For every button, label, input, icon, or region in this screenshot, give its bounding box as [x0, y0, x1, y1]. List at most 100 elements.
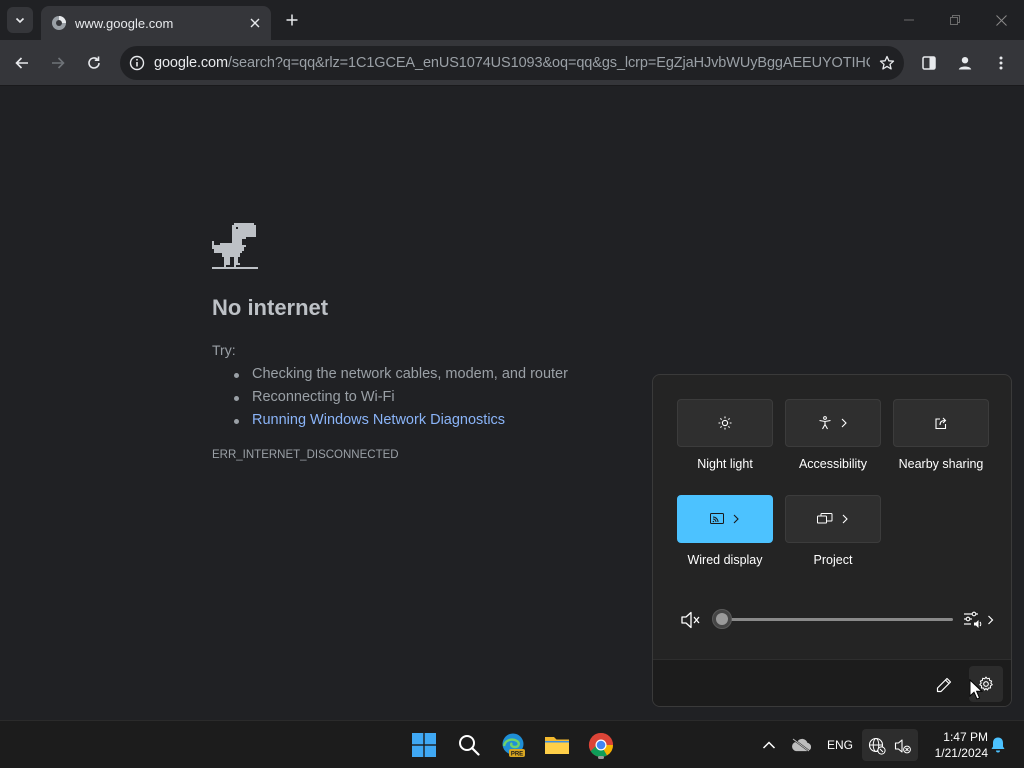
more-vertical-icon [999, 56, 1003, 70]
tab-search-button[interactable] [7, 7, 33, 33]
tab-close-button[interactable] [245, 13, 265, 33]
info-icon [129, 55, 145, 71]
active-app-indicator [598, 756, 604, 759]
accessibility-icon [819, 416, 831, 430]
project-toggle[interactable] [785, 495, 881, 543]
tab-title: www.google.com [75, 15, 174, 31]
pencil-icon [936, 677, 952, 693]
wired-display-toggle[interactable] [677, 495, 773, 543]
taskbar: PRE ENG 1:47 PM 1/21/2024 [0, 720, 1024, 768]
cast-icon [710, 513, 724, 524]
forward-button[interactable] [43, 48, 73, 78]
clock[interactable]: 1:47 PM 1/21/2024 [918, 729, 988, 761]
accessibility-label: Accessibility [798, 457, 868, 471]
globe-offline-icon [868, 737, 886, 755]
notifications-button[interactable] [982, 729, 1014, 761]
menu-button[interactable] [986, 48, 1016, 78]
minimize-icon [904, 19, 914, 21]
chevron-right-icon [988, 615, 994, 625]
chevron-right-icon [733, 514, 739, 524]
reload-button[interactable] [79, 48, 109, 78]
clock-date: 1/21/2024 [934, 746, 988, 760]
url-text: google.com/search?q=qq&rlz=1C1GCEA_enUS1… [154, 55, 870, 71]
tab-strip: www.google.com [0, 0, 1024, 40]
volume-mixer-button[interactable] [963, 609, 997, 631]
quick-settings-footer [653, 659, 1011, 706]
windows-logo-icon [412, 733, 436, 757]
brightness-icon [718, 416, 732, 430]
search-icon [459, 735, 480, 756]
wired-display-label: Wired display [687, 553, 763, 567]
mouse-cursor-icon [969, 679, 983, 700]
bell-icon [991, 737, 1005, 753]
volume-slider-track[interactable] [721, 618, 953, 621]
chrome-button[interactable] [585, 729, 617, 761]
suggestion-list: Checking the network cables, modem, and … [234, 363, 568, 432]
chevron-right-icon [842, 514, 848, 524]
side-panel-button[interactable] [914, 48, 944, 78]
chrome-icon [588, 733, 613, 758]
network-diagnostics-link[interactable]: Running Windows Network Diagnostics [234, 409, 568, 432]
sound-mixer-icon [964, 611, 982, 628]
browser-toolbar: google.com/search?q=qq&rlz=1C1GCEA_enUS1… [0, 40, 1024, 86]
profile-button[interactable] [950, 48, 980, 78]
volume-mute-icon [894, 739, 911, 754]
edit-quick-settings-button[interactable] [931, 672, 957, 698]
restore-button[interactable] [932, 0, 978, 40]
file-explorer-icon [545, 737, 569, 754]
profile-icon [958, 57, 972, 70]
address-bar[interactable]: google.com/search?q=qq&rlz=1C1GCEA_enUS1… [120, 46, 904, 80]
close-window-button[interactable] [978, 0, 1024, 40]
chevron-up-icon [762, 741, 776, 749]
url-path: /search?q=qq&rlz=1C1GCEA_enUS1074US1093&… [227, 55, 870, 71]
edge-beta-icon: PRE [502, 733, 525, 757]
try-label: Try: [212, 342, 236, 358]
chevron-right-icon [841, 418, 847, 428]
quick-settings-panel: Night light Accessibility Nearby sharing… [652, 374, 1012, 707]
close-icon [995, 14, 1007, 26]
dino-icon [212, 223, 258, 269]
share-icon [935, 417, 947, 430]
search-button[interactable] [453, 729, 485, 761]
error-title: No internet [212, 295, 329, 320]
url-host: google.com [154, 55, 228, 71]
side-panel-icon [922, 56, 936, 70]
edge-badge: PRE [511, 751, 523, 757]
back-button[interactable] [7, 48, 37, 78]
nearby-sharing-label: Nearby sharing [898, 457, 984, 471]
show-hidden-icons-button[interactable] [753, 729, 785, 761]
project-label: Project [813, 553, 853, 567]
clock-time: 1:47 PM [943, 730, 988, 744]
cloud-offline-icon [792, 738, 811, 752]
minimize-button[interactable] [886, 0, 932, 40]
accessibility-toggle[interactable] [785, 399, 881, 447]
arrow-right-icon [52, 57, 65, 69]
star-icon [879, 55, 895, 70]
suggestion-item: Reconnecting to Wi-Fi [234, 386, 568, 409]
start-button[interactable] [408, 729, 440, 761]
browser-tab[interactable]: www.google.com [41, 6, 271, 40]
network-volume-tray[interactable] [862, 729, 918, 761]
volume-slider-thumb[interactable] [712, 609, 732, 629]
nearby-sharing-toggle[interactable] [893, 399, 989, 447]
onedrive-button[interactable] [785, 729, 817, 761]
volume-mute-icon[interactable] [679, 609, 701, 631]
site-info-button[interactable] [120, 46, 154, 80]
file-explorer-button[interactable] [541, 729, 573, 761]
error-code: ERR_INTERNET_DISCONNECTED [212, 449, 399, 461]
arrow-left-icon [15, 57, 28, 69]
close-icon [250, 18, 260, 28]
bookmark-button[interactable] [870, 46, 904, 80]
language-indicator[interactable]: ENG [827, 738, 853, 752]
reload-icon [88, 56, 100, 69]
chevron-down-icon [15, 17, 25, 24]
night-light-toggle[interactable] [677, 399, 773, 447]
night-light-label: Night light [697, 457, 753, 471]
globe-icon [52, 16, 66, 30]
new-tab-button[interactable] [280, 8, 304, 32]
restore-icon [950, 15, 960, 25]
plus-icon [286, 14, 298, 26]
suggestion-item: Checking the network cables, modem, and … [234, 363, 568, 386]
edge-beta-button[interactable]: PRE [497, 729, 529, 761]
project-icon [817, 513, 833, 524]
